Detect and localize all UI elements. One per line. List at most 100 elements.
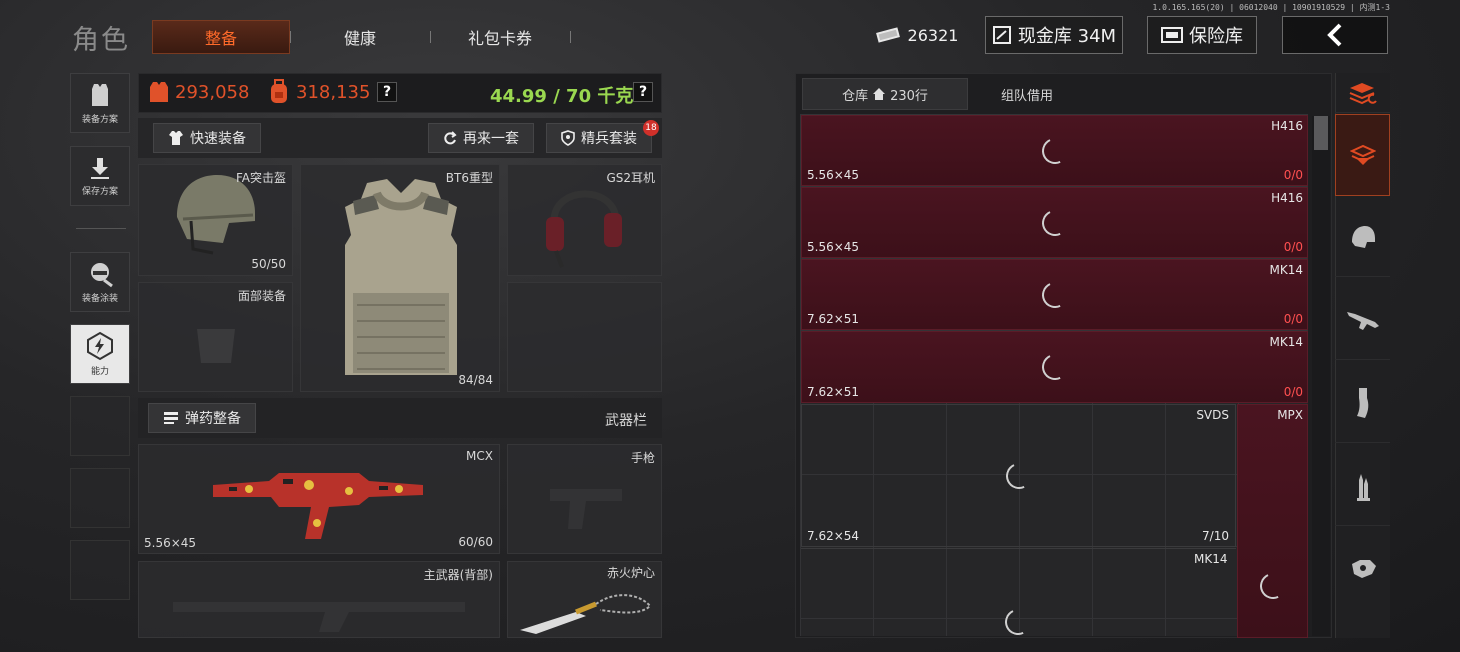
melee-knife-icon — [520, 594, 652, 634]
backpack-value: 318,135 — [296, 82, 371, 103]
filter-all-button[interactable] — [1335, 73, 1390, 113]
warehouse-item[interactable]: MPX — [1237, 404, 1308, 638]
item-name: H416 — [1271, 191, 1303, 205]
equipment-skin-button[interactable]: 装备涂装 — [70, 252, 130, 312]
storage-row-count: 230行 — [890, 88, 928, 104]
mask-icon — [91, 263, 113, 288]
back-weapon-label: 主武器(背部) — [423, 568, 493, 582]
weight-help-button[interactable]: ? — [633, 82, 653, 102]
filter-magazine-button[interactable] — [1335, 363, 1390, 443]
melee-slot[interactable]: 赤火炉心 — [507, 561, 662, 638]
item-name: MK14 — [1194, 552, 1228, 566]
tab-team-borrow[interactable]: 组队借用 — [972, 78, 1082, 110]
pistol-placeholder-icon — [550, 489, 622, 529]
item-count: 0/0 — [1283, 168, 1303, 182]
insurance-vault-button[interactable]: 保险库 — [1147, 16, 1257, 54]
warehouse-item[interactable]: H416 5.56×45 0/0 — [801, 115, 1308, 186]
warehouse-scrollbar[interactable] — [1312, 116, 1330, 636]
melee-label: 赤火炉心 — [606, 566, 655, 580]
cash-vault-button[interactable]: 现金库 34M — [985, 16, 1123, 54]
warehouse-item[interactable]: MK14 7.62×51 0/0 — [801, 259, 1308, 330]
item-name: MK14 — [1269, 335, 1304, 349]
warehouse-item[interactable]: MK14 7.62×51 0/0 — [801, 331, 1308, 403]
item-count: 0/0 — [1283, 240, 1303, 254]
armor-value-icon — [150, 82, 168, 102]
elite-set-label: 精兵套装 — [581, 131, 637, 147]
vest-icon — [92, 84, 108, 106]
item-caliber: 7.62×51 — [807, 385, 860, 399]
helmet-durability: 50/50 — [251, 257, 286, 271]
ammo-icon — [164, 412, 178, 424]
empty-sidebar-slot — [70, 540, 130, 600]
filter-accessory-button[interactable] — [1335, 529, 1390, 609]
tab-divider — [290, 31, 291, 43]
item-count: 0/0 — [1283, 385, 1303, 399]
save-plan-label: 保存方案 — [81, 187, 118, 197]
item-count: 0/0 — [1283, 312, 1303, 326]
sidebar-divider — [76, 228, 126, 229]
empty-sidebar-slot — [70, 396, 130, 456]
equip-again-button[interactable]: 再来一套 — [428, 123, 534, 153]
body-armor-icon — [345, 179, 457, 375]
primary-weapon-slot[interactable]: MCX 5.56×45 60/60 — [138, 444, 500, 554]
quick-equip-button[interactable]: 快速装备 — [153, 123, 261, 153]
back-weapon-slot[interactable]: 主武器(背部) — [138, 561, 500, 638]
ammo-prep-button[interactable]: 弹药整备 — [148, 403, 256, 433]
carry-weight: 44.99 / 70 千克 — [490, 86, 634, 107]
tab-storage[interactable]: 仓库 230行 — [802, 78, 968, 110]
pistol-slot[interactable]: 手枪 — [507, 444, 662, 554]
page-title: 角色 — [72, 25, 130, 56]
face-gear-slot[interactable]: 面部装备 — [138, 282, 293, 392]
primary-weapon-caliber: 5.56×45 — [144, 536, 197, 550]
filter-weapon-button[interactable] — [1335, 280, 1390, 360]
warehouse-item[interactable]: H416 5.56×45 0/0 — [801, 187, 1308, 258]
rifle-mcx-icon — [213, 473, 423, 539]
version-text: 1.0.165.165(20) | 06012040 | 10901910529… — [1152, 3, 1390, 12]
save-plan-button[interactable]: 保存方案 — [70, 146, 130, 206]
tab-health[interactable]: 健康 — [300, 20, 420, 54]
ability-label: 能力 — [90, 367, 109, 377]
chevron-left-icon — [1327, 23, 1342, 47]
vault-icon — [992, 26, 1011, 44]
tab-gift-cards[interactable]: 礼包卡券 — [430, 20, 570, 54]
loading-spinner-icon — [1002, 459, 1036, 493]
back-button[interactable] — [1282, 16, 1388, 54]
loading-spinner-icon — [1038, 350, 1072, 384]
value-help-button[interactable]: ? — [377, 82, 397, 102]
item-name: H416 — [1271, 119, 1303, 133]
tab-equip[interactable]: 整备 — [152, 20, 290, 54]
ability-button[interactable]: 能力 — [70, 324, 130, 384]
ammo-prep-label: 弹药整备 — [185, 411, 241, 427]
money-display: 26321 — [870, 16, 962, 54]
primary-weapon-ammo: 60/60 — [458, 535, 493, 549]
item-name: SVDS — [1196, 408, 1229, 422]
money-value: 26321 — [907, 25, 959, 45]
warehouse-item[interactable]: MK14 — [801, 548, 1236, 639]
body-armor-slot[interactable]: BT6重型 84/84 — [300, 164, 500, 392]
face-gear-label: 面部装备 — [237, 289, 286, 303]
item-count: 7/10 — [1202, 529, 1229, 543]
cash-icon — [875, 27, 900, 43]
empty-gear-slot[interactable] — [507, 282, 662, 392]
filter-equipment-button[interactable] — [1335, 114, 1390, 196]
accessory-icon — [1351, 560, 1376, 578]
loadout-plan-button[interactable]: 装备方案 — [70, 73, 130, 133]
all-items-icon — [1349, 82, 1377, 104]
helmet-slot[interactable]: FA突击盔 50/50 — [138, 164, 293, 276]
elite-set-button[interactable]: 精兵套装 — [546, 123, 652, 153]
warehouse-scroll-thumb[interactable] — [1314, 116, 1328, 150]
item-caliber: 7.62×54 — [807, 529, 860, 543]
equip-again-label: 再来一套 — [463, 131, 519, 147]
warehouse-item[interactable]: SVDS 7.62×54 7/10 — [801, 404, 1236, 547]
loading-spinner-icon — [1038, 134, 1072, 168]
empty-sidebar-slot — [70, 468, 130, 528]
filter-ammo-button[interactable] — [1335, 446, 1390, 526]
rifle-placeholder-icon — [173, 602, 465, 632]
face-mask-placeholder-icon — [197, 329, 235, 363]
loading-spinner-icon — [1038, 278, 1072, 312]
home-icon — [873, 88, 886, 100]
headset-slot[interactable]: GS2耳机 — [507, 164, 662, 276]
rifle-icon — [1346, 311, 1379, 330]
filter-helmet-button[interactable] — [1335, 197, 1390, 277]
pistol-label: 手枪 — [630, 451, 655, 465]
